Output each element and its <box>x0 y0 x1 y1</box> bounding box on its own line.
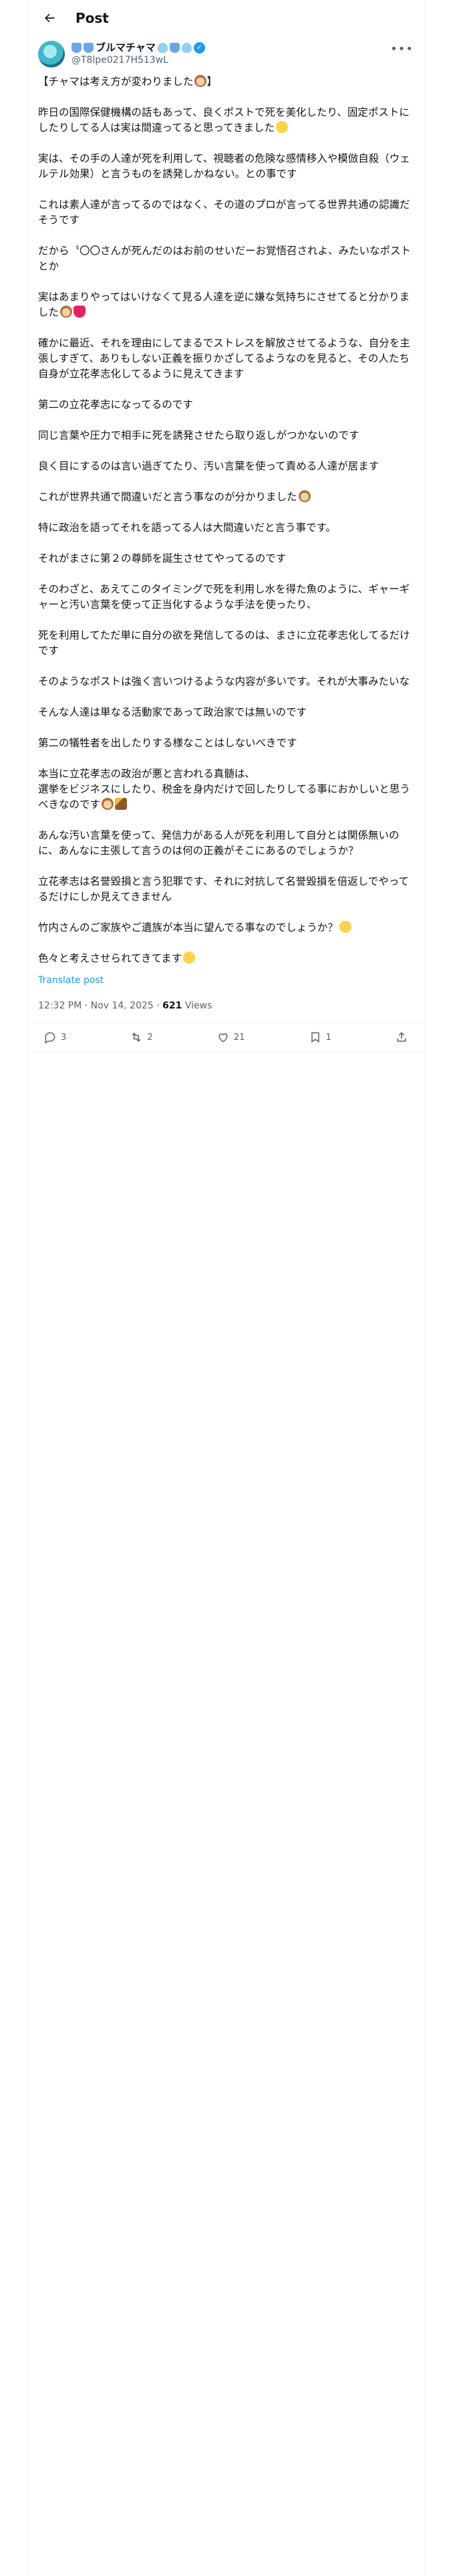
post-paragraph: だから〝〇〇さんが死んだのはお前のせいだーお覚悟召されよ、みたいなポストとか <box>38 243 414 274</box>
like-count: 21 <box>233 1032 245 1043</box>
paragraph-text: 実はあまりやってはいけなくて見る人達を逆に嫌な気持ちにさせてると分かりました <box>38 291 410 318</box>
paragraph-text: 【チャマは考え方が変わりました <box>38 76 194 88</box>
paragraph-text: 昨日の国際保健機構の話もあって、良くポストで死を美化したり、固定ポストにしたりし… <box>38 106 410 134</box>
reply-count: 3 <box>61 1032 67 1043</box>
post-paragraph: これは素人達が言ってるのではなく、その道のプロが言ってる世界共通の認識だそうです <box>38 197 414 228</box>
post-paragraph: 立花孝志は名誉毀損と言う犯罪です、それに対抗して名誉毀損を倍返しでやってるだけに… <box>38 874 414 905</box>
paragraph-text: 竹内さんのご家族やご遺族が本当に望んでる事なのでしょうか？ <box>38 922 338 934</box>
page-title: Post <box>76 9 109 26</box>
smile-emoji-icon <box>276 121 289 133</box>
post-paragraph: 第二の犠牲者を出したりする様なことはしないべきです <box>38 736 414 751</box>
views-count: 621 <box>162 1000 182 1011</box>
page: Post ブルマチャマ ✓ @T8lpe0217H513wL ••• 【チャマは… <box>0 0 451 2576</box>
paragraph-text: これが世界共通で間違いだと言う事なのが分かりました <box>38 491 297 503</box>
bookmark-icon <box>311 1032 319 1043</box>
repost-button[interactable]: 2 <box>130 1031 153 1044</box>
post-paragraph: 特に政治を語ってそれを語ってる人は大間違いだと言う事です。 <box>38 520 414 536</box>
post-paragraph: 竹内さんのご家族やご遺族が本当に望んでる事なのでしょうか？ <box>38 920 414 936</box>
main-column: Post ブルマチャマ ✓ @T8lpe0217H513wL ••• 【チャマは… <box>27 0 425 2576</box>
wand-emoji-icon <box>115 798 128 810</box>
heart-emoji-icon <box>73 306 86 318</box>
display-name-row[interactable]: ブルマチャマ ✓ <box>71 41 414 54</box>
heart-icon <box>218 1033 228 1043</box>
post-meta: 12:32 PM · Nov 14, 2025 · 621 Views <box>27 986 424 1023</box>
post-paragraph: 【チャマは考え方が変わりました】 <box>38 74 414 90</box>
paragraph-text: 死を利用してただ単に自分の欲を発信してるのは、まさに立花孝志化してるだけです <box>38 629 410 657</box>
post-paragraph: 実はあまりやってはいけなくて見る人達を逆に嫌な気持ちにさせてると分かりました <box>38 290 414 320</box>
post-paragraph: 確かに最近、それを理由にしてまるでストレスを解放させてるような、自分を主張しすぎ… <box>38 336 414 382</box>
paragraph-text: 第二の立花孝志になってるのです <box>38 399 193 411</box>
post-paragraph: 実は、その手の人達が死を利用して、視聴者の危険な感情移入や模倣自殺（ウェルテル効… <box>38 151 414 182</box>
paragraph-text: 色々と考えさせられてきてます <box>38 952 182 964</box>
dog-emoji-icon <box>60 306 73 318</box>
paragraph-text: 実は、その手の人達が死を利用して、視聴者の危険な感情移入や模倣自殺（ウェルテル効… <box>38 152 410 180</box>
action-bar: 3 2 21 1 <box>27 1023 424 1053</box>
author-handle[interactable]: @T8lpe0217H513wL <box>71 54 414 66</box>
arrow-left-icon <box>45 13 55 22</box>
author-name-block: ブルマチャマ ✓ @T8lpe0217H513wL <box>71 41 414 66</box>
more-options-button[interactable]: ••• <box>390 42 414 56</box>
post-paragraph: それがまさに第２の尊師を誕生させてやってるのです <box>38 551 414 566</box>
post-paragraph: これが世界共通で間違いだと言う事なのが分かりました <box>38 490 414 505</box>
paragraph-text: 特に政治を語ってそれを語ってる人は大間違いだと言う事です。 <box>38 522 336 534</box>
post-paragraph: 同じ言葉や圧力で相手に死を誘発させたら取り返しがつかないのです <box>38 428 414 443</box>
post-paragraph: 死を利用してただ単に自分の欲を発信してるのは、まさに立花孝志化してるだけです <box>38 628 414 659</box>
paragraph-text: そのわざと、あえてこのタイミングで死を利用し水を得た魚のように、ギャーギャーと汚… <box>38 583 410 611</box>
sad-emoji-icon <box>183 952 196 964</box>
paragraph-text: 第二の犠牲者を出したりする様なことはしないべきです <box>38 737 297 749</box>
meta-separator: · <box>153 1000 163 1011</box>
bookmark-count: 1 <box>325 1032 331 1043</box>
post-paragraph: そのわざと、あえてこのタイミングで死を利用し水を得た魚のように、ギャーギャーと汚… <box>38 582 414 613</box>
paragraph-suffix: 】 <box>206 76 217 88</box>
repost-icon <box>132 1033 141 1042</box>
paragraph-text: 同じ言葉や圧力で相手に死を誘発させたら取り返しがつかないのです <box>38 429 359 441</box>
like-button[interactable]: 21 <box>216 1031 245 1044</box>
share-button[interactable] <box>395 1031 408 1044</box>
paragraph-text: そんな人達は単なる活動家であって政治家では無いのです <box>38 706 307 718</box>
avatar[interactable] <box>38 41 65 68</box>
back-button[interactable] <box>38 7 61 29</box>
top-bar: Post <box>27 0 424 35</box>
post-paragraph: そんな人達は単なる活動家であって政治家では無いのです <box>38 705 414 720</box>
post-paragraph: 本当に立花孝志の政治が悪と言われる真髄は、 選挙をビジネスにしたり、税金を身内だ… <box>38 766 414 813</box>
paragraph-text: 本当に立花孝志の政治が悪と言われる真髄は、 選挙をビジネスにしたり、税金を身内だ… <box>38 768 410 811</box>
bookmark-button[interactable]: 1 <box>309 1031 331 1044</box>
paragraph-text: 良く目にするのは言い過ぎてたり、汚い言葉を使って責める人達が居ます <box>38 460 380 472</box>
dog-emoji-icon <box>298 490 311 502</box>
paragraph-text: 立花孝志は名誉毀損と言う犯罪です、それに対抗して名誉毀損を倍返しでやってるだけに… <box>38 875 410 903</box>
paragraph-text: そのようなポストは強く言いつけるような内容が多いです。それが大事みたいな <box>38 675 410 687</box>
display-name[interactable]: ブルマチャマ <box>96 41 156 54</box>
post-timestamp[interactable]: 12:32 PM · Nov 14, 2025 <box>38 1000 154 1011</box>
reply-icon <box>45 1032 55 1044</box>
flask-icon <box>169 42 180 53</box>
smile-emoji-icon <box>339 921 351 933</box>
post-paragraph: そのようなポストは強く言いつけるような内容が多いです。それが大事みたいな <box>38 674 414 689</box>
paragraph-text: これは素人達が言ってるのではなく、その道のプロが言ってる世界共通の認識だそうです <box>38 199 410 226</box>
blue-heart-icon <box>181 42 192 53</box>
dog-emoji-icon <box>102 798 114 810</box>
post-paragraph: 良く目にするのは言い過ぎてたり、汚い言葉を使って責める人達が居ます <box>38 459 414 474</box>
post-paragraph: あんな汚い言葉を使って、発信力がある人が死を利用して自分とは関係無いのに、あんな… <box>38 828 414 859</box>
post-body: 【チャマは考え方が変わりました】昨日の国際保健機構の話もあって、良くポストで死を… <box>27 68 424 966</box>
flask-icon <box>84 42 94 53</box>
paragraph-text: あんな汚い言葉を使って、発信力がある人が死を利用して自分とは関係無いのに、あんな… <box>38 829 400 857</box>
views-label: Views <box>182 1000 212 1011</box>
verified-badge-icon: ✓ <box>193 41 205 53</box>
post-paragraph: 第二の立花孝志になってるのです <box>38 397 414 413</box>
post-author: ブルマチャマ ✓ @T8lpe0217H513wL ••• <box>27 35 424 68</box>
flask-icon <box>71 42 82 53</box>
blue-heart-icon <box>157 42 168 53</box>
paragraph-text: それがまさに第２の尊師を誕生させてやってるのです <box>38 552 287 564</box>
paragraph-text: 確かに最近、それを理由にしてまるでストレスを解放させてるような、自分を主張しすぎ… <box>38 337 410 380</box>
post-paragraph: 色々と考えさせられてきてます <box>38 951 414 966</box>
translate-post-link[interactable]: Translate post <box>38 975 414 986</box>
post-paragraph: 昨日の国際保健機構の話もあって、良くポストで死を美化したり、固定ポストにしたりし… <box>38 105 414 136</box>
share-icon <box>397 1032 406 1042</box>
paragraph-text: だから〝〇〇さんが死んだのはお前のせいだーお覚悟召されよ、みたいなポストとか <box>38 245 412 272</box>
translate-wrap: Translate post <box>27 975 424 986</box>
ellipsis-icon: ••• <box>390 42 414 56</box>
reply-button[interactable]: 3 <box>43 1031 66 1044</box>
repost-count: 2 <box>147 1032 153 1043</box>
dog-emoji-icon <box>194 75 207 87</box>
